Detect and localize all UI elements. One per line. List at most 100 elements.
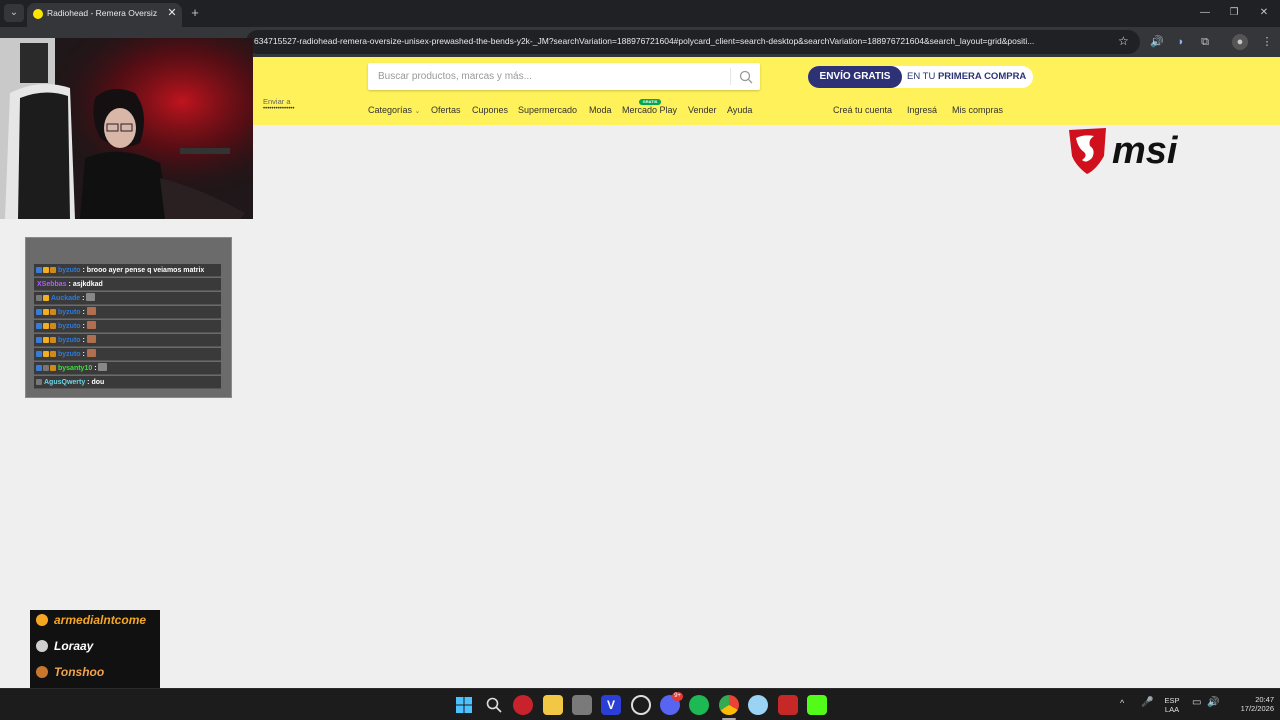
clock[interactable]: 20:47 17/2/2026: [1226, 695, 1274, 713]
nav-fashion[interactable]: Moda: [589, 105, 612, 115]
microphone-icon[interactable]: 🎤: [1141, 697, 1153, 708]
emote-icon: [86, 307, 96, 315]
language-indicator[interactable]: ESP LAA: [1160, 696, 1184, 714]
gift-badge-icon: [50, 309, 56, 315]
spotify-icon[interactable]: [689, 695, 709, 715]
chat-badges: [36, 334, 57, 346]
minimize-button[interactable]: —: [1196, 5, 1214, 21]
address-bar[interactable]: 634715527-radiohead-remera-oversize-unis…: [246, 30, 1140, 54]
msi-wordmark: msi: [1112, 130, 1179, 172]
contributor-name: Tonshoo: [54, 665, 105, 679]
deliver-address[interactable]: •••••••••••••••: [263, 106, 295, 112]
bookmark-star-icon[interactable]: ☆: [1118, 34, 1129, 48]
window-close-button[interactable]: ✕: [1255, 5, 1273, 21]
contributor-name: Loraay: [54, 639, 94, 653]
subscriber-badge-icon: [43, 295, 49, 301]
file-explorer-icon[interactable]: [543, 695, 563, 715]
voicemod-icon[interactable]: [778, 695, 798, 715]
browser-tab-strip: ⌄ Radiohead - Remera Oversize U ✕ + — ❐ …: [0, 0, 1280, 27]
contributor-1: armedialntcome: [36, 613, 146, 635]
printer-app-icon[interactable]: [572, 695, 592, 715]
chat-username: byzuto: [58, 267, 81, 274]
moderator-badge-icon: [36, 323, 42, 329]
new-tab-button[interactable]: +: [188, 5, 202, 21]
moderator-badge-icon: [36, 309, 42, 315]
chat-message: bysanty10 :: [34, 362, 221, 375]
free-shipping-banner[interactable]: ENVÍO GRATIS EN TU PRIMERA COMPRA: [808, 66, 1033, 88]
network-icon[interactable]: ▭: [1192, 697, 1201, 708]
show-hidden-icons-icon[interactable]: ^: [1120, 698, 1124, 708]
tab-search-button[interactable]: ⌄: [4, 4, 24, 22]
mercadolibre-favicon-icon: [33, 9, 43, 19]
gift-badge-icon: [50, 351, 56, 357]
windows-taskbar: V 9+ ^ 🎤 ESP LAA ▭ 🔊 20:47 17/2/2026: [0, 688, 1280, 720]
moderator-badge-icon: [36, 351, 42, 357]
emote-icon: [98, 363, 108, 371]
restore-button[interactable]: ❐: [1225, 5, 1243, 21]
browser-tab-active[interactable]: Radiohead - Remera Oversize U ✕: [27, 3, 182, 27]
tab-audio-icon[interactable]: 🔊: [1149, 34, 1165, 50]
chat-username: byzuto: [58, 323, 81, 330]
nav-mercado-play[interactable]: Mercado Play: [622, 105, 677, 115]
url-text[interactable]: 634715527-radiohead-remera-oversize-unis…: [254, 36, 1114, 46]
chat-username: XSebbas: [37, 281, 67, 288]
search-input[interactable]: [368, 63, 728, 90]
msi-dragon-shield-icon: msi: [1069, 128, 1179, 174]
stream-chat: byzuto : brooo ayer pense q veiamos matr…: [25, 237, 232, 398]
app-shell-icon[interactable]: [748, 695, 768, 715]
chat-text: dou: [91, 379, 105, 386]
extensions-icon[interactable]: ⧉: [1197, 34, 1213, 50]
chat-badges: [36, 348, 57, 360]
gift-badge-icon: [50, 337, 56, 343]
nav-categories[interactable]: Categorías ⌄: [368, 105, 420, 115]
gold-medal-icon: [36, 614, 48, 626]
search-icon[interactable]: [738, 69, 754, 85]
nav-offers[interactable]: Ofertas: [431, 105, 461, 115]
nav-supermarket[interactable]: Supermercado: [518, 105, 577, 115]
search-icon[interactable]: [485, 696, 503, 714]
nav-coupons[interactable]: Cupones: [472, 105, 508, 115]
chat-message: byzuto :: [34, 334, 221, 347]
badge-icon: [36, 379, 42, 385]
windows-start-icon[interactable]: [455, 696, 473, 714]
first-purchase-prefix: EN TU: [907, 71, 938, 82]
badge-icon: [43, 365, 49, 371]
profile-avatar-icon[interactable]: ●: [1232, 34, 1248, 50]
browser-menu-icon[interactable]: ⋮: [1259, 34, 1275, 50]
chevron-down-icon: ⌄: [414, 108, 421, 115]
kick-icon[interactable]: [807, 695, 827, 715]
tab-close-icon[interactable]: ✕: [165, 5, 179, 21]
subscriber-badge-icon: [43, 323, 49, 329]
silver-medal-icon: [36, 640, 48, 652]
nav-sell[interactable]: Vender: [688, 105, 717, 115]
chrome-icon[interactable]: [719, 695, 739, 715]
create-account-link[interactable]: Creá tu cuenta: [833, 105, 892, 115]
moderator-badge-icon: [36, 365, 42, 371]
clock-date: 17/2/2026: [1240, 704, 1274, 713]
media-control-icon[interactable]: ◗: [1173, 34, 1189, 50]
my-purchases-link[interactable]: Mis compras: [952, 105, 1003, 115]
deliver-to-label[interactable]: Enviar a: [263, 97, 291, 106]
subscriber-badge-icon: [43, 337, 49, 343]
subscriber-badge-icon: [43, 267, 49, 273]
badge-icon: [36, 295, 42, 301]
emote-icon: [86, 335, 96, 343]
login-link[interactable]: Ingresá: [907, 105, 937, 115]
moderator-badge-icon: [36, 267, 42, 273]
nav-help[interactable]: Ayuda: [727, 105, 752, 115]
chat-separator: :: [80, 309, 87, 316]
app-red-icon[interactable]: [513, 695, 533, 715]
chat-message: byzuto : brooo ayer pense q veiamos matr…: [34, 264, 221, 277]
app-v-icon[interactable]: V: [601, 695, 621, 715]
chat-username: AgusQwerty: [44, 379, 86, 386]
chat-username: byzuto: [58, 337, 81, 344]
search-divider: [730, 68, 731, 85]
subscriber-badge-icon: [43, 351, 49, 357]
chat-message: AgusQwerty : dou: [34, 376, 221, 389]
obs-icon[interactable]: [631, 695, 651, 715]
volume-icon[interactable]: 🔊: [1207, 697, 1219, 708]
top-contributors: armedialntcome Loraay Tonshoo: [30, 610, 160, 688]
free-shipping-label: ENVÍO GRATIS: [808, 66, 902, 88]
language-code: ESP: [1164, 696, 1180, 705]
subscriber-badge-icon: [43, 309, 49, 315]
